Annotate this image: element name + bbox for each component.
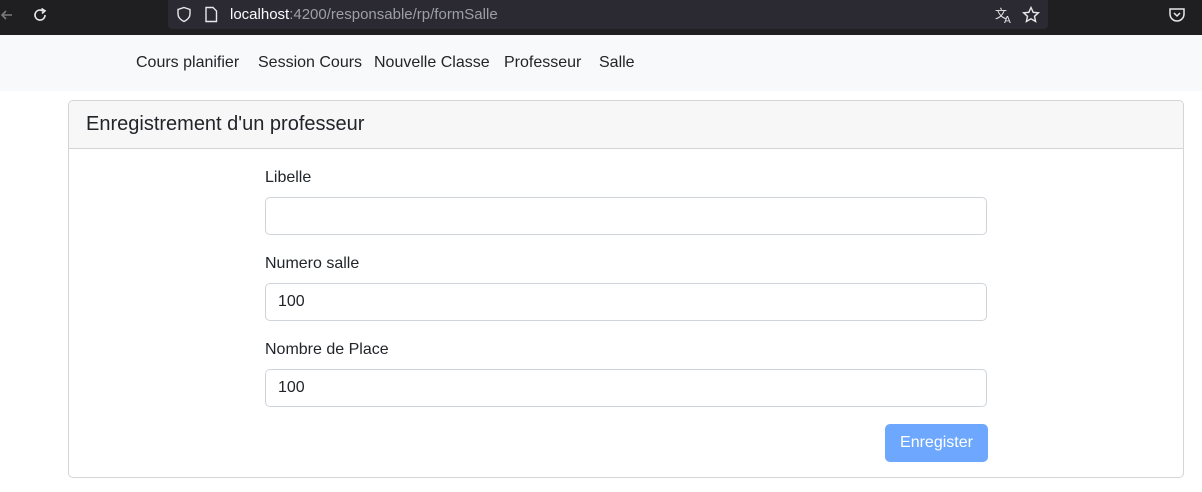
form-card: Enregistrement d'un professeur Libelle N… — [68, 100, 1184, 478]
back-arrow-icon[interactable] — [0, 5, 16, 25]
nav-link-cours-planifier[interactable]: Cours planifier — [136, 53, 239, 73]
browser-toolbar: localhost:4200/responsable/rp/formSalle … — [0, 0, 1202, 35]
shield-icon[interactable] — [176, 6, 192, 23]
bookmark-star-icon[interactable] — [1021, 5, 1041, 25]
card-header: Enregistrement d'un professeur — [69, 101, 1183, 149]
url-text[interactable]: localhost:4200/responsable/rp/formSalle — [230, 6, 498, 23]
nombre-place-input[interactable] — [265, 369, 987, 407]
numero-salle-input[interactable] — [265, 283, 987, 321]
libelle-input[interactable] — [265, 197, 987, 235]
nav-link-salle[interactable]: Salle — [599, 53, 635, 73]
nav-link-professeur[interactable]: Professeur — [504, 53, 581, 73]
reload-icon[interactable] — [30, 5, 50, 25]
url-bar[interactable]: localhost:4200/responsable/rp/formSalle … — [168, 0, 1048, 29]
nombre-place-label: Nombre de Place — [265, 341, 389, 358]
submit-button[interactable]: Enregister — [885, 424, 988, 462]
nav-link-nouvelle-classe[interactable]: Nouvelle Classe — [374, 53, 490, 73]
svg-text:A: A — [1004, 15, 1011, 25]
nav-link-session-cours[interactable]: Session Cours — [258, 53, 362, 73]
pocket-icon[interactable] — [1168, 6, 1186, 24]
libelle-label: Libelle — [265, 169, 312, 186]
page-icon — [204, 6, 218, 23]
card-title: Enregistrement d'un professeur — [86, 113, 365, 135]
main-navbar: Cours planifier Session Cours Nouvelle C… — [0, 35, 1202, 91]
url-path: :4200/responsable/rp/formSalle — [289, 6, 498, 23]
numero-salle-label: Numero salle — [265, 255, 360, 272]
url-host: localhost — [230, 6, 290, 23]
translate-icon[interactable]: 文A — [994, 5, 1014, 26]
